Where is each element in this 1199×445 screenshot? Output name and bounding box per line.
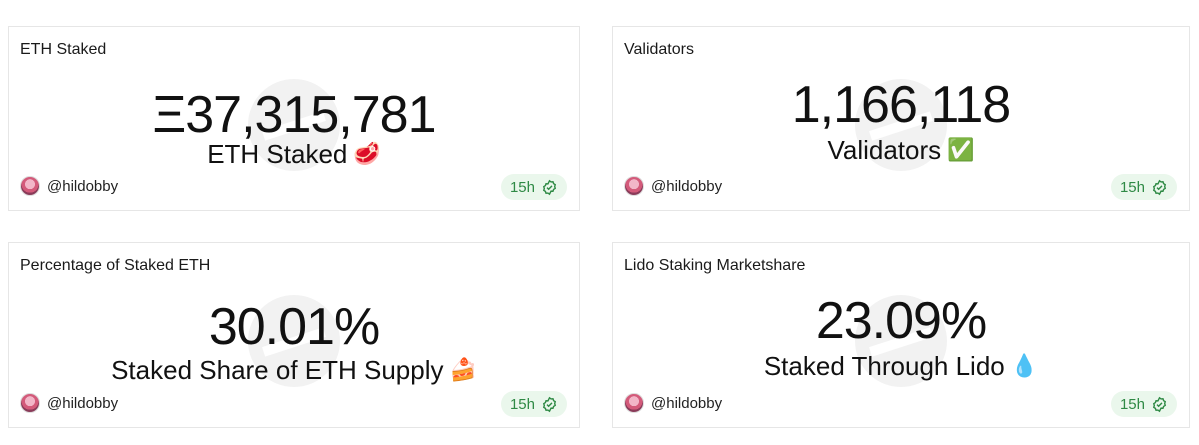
counter-card-validators[interactable]: Validators 1,166,118 Validators ✅ @hildob… (612, 26, 1190, 211)
author[interactable]: @hildobby (20, 176, 118, 196)
metric-subtitle-text: Staked Through Lido (763, 351, 1005, 381)
metric-value: Ξ37,315,781 (152, 86, 436, 144)
metric-value: 23.09% (815, 292, 987, 350)
refresh-status-badge[interactable]: 15h (500, 391, 567, 417)
author-handle[interactable]: @hildobby (47, 178, 118, 195)
card-title[interactable]: Percentage of Staked ETH (20, 257, 210, 275)
author[interactable]: @hildobby (624, 393, 722, 413)
author-handle[interactable]: @hildobby (651, 395, 722, 412)
last-updated-age: 15h (509, 178, 535, 196)
author-handle[interactable]: @hildobby (651, 178, 722, 195)
verified-check-icon (541, 396, 558, 413)
droplet-emoji-icon: 💧 (1010, 353, 1039, 378)
metric-value: 1,166,118 (791, 76, 1011, 134)
metric-subtitle: Staked Through Lido 💧 (613, 353, 1189, 379)
metric-subtitle: ETH Staked 🥩 (9, 141, 579, 167)
avatar[interactable] (20, 176, 40, 196)
counter-card-eth-staked[interactable]: ETH Staked Ξ37,315,781 ETH Staked 🥩 @hild… (8, 26, 580, 211)
author[interactable]: @hildobby (624, 176, 722, 196)
refresh-status-badge[interactable]: 15h (1110, 391, 1177, 417)
counter-card-lido-marketshare[interactable]: Lido Staking Marketshare 23.09% Staked T… (612, 242, 1190, 428)
last-updated-age: 15h (1119, 395, 1145, 413)
counter-card-staked-percentage[interactable]: Percentage of Staked ETH 30.01% Staked S… (8, 242, 580, 428)
card-title[interactable]: ETH Staked (20, 41, 106, 59)
avatar[interactable] (624, 176, 644, 196)
verified-check-icon (541, 179, 558, 196)
avatar[interactable] (624, 393, 644, 413)
refresh-status-badge[interactable]: 15h (1110, 174, 1177, 200)
metric-subtitle-text: Staked Share of ETH Supply (111, 355, 444, 385)
author[interactable]: @hildobby (20, 393, 118, 413)
metric-subtitle: Staked Share of ETH Supply 🍰 (9, 357, 579, 383)
refresh-status-badge[interactable]: 15h (500, 174, 567, 200)
last-updated-age: 15h (509, 395, 535, 413)
avatar[interactable] (20, 393, 40, 413)
metric-subtitle-text: Validators (827, 135, 942, 165)
metric-subtitle: Validators ✅ (613, 137, 1189, 163)
last-updated-age: 15h (1119, 178, 1145, 196)
metric-value: 30.01% (208, 298, 380, 356)
cake-emoji-icon: 🍰 (449, 357, 477, 382)
author-handle[interactable]: @hildobby (47, 395, 118, 412)
check-mark-emoji-icon: ✅ (947, 137, 975, 162)
verified-check-icon (1151, 396, 1168, 413)
metric-subtitle-text: ETH Staked (207, 139, 348, 169)
verified-check-icon (1151, 179, 1168, 196)
card-title[interactable]: Lido Staking Marketshare (624, 257, 805, 275)
card-title[interactable]: Validators (624, 41, 694, 59)
steak-emoji-icon: 🥩 (353, 141, 381, 166)
